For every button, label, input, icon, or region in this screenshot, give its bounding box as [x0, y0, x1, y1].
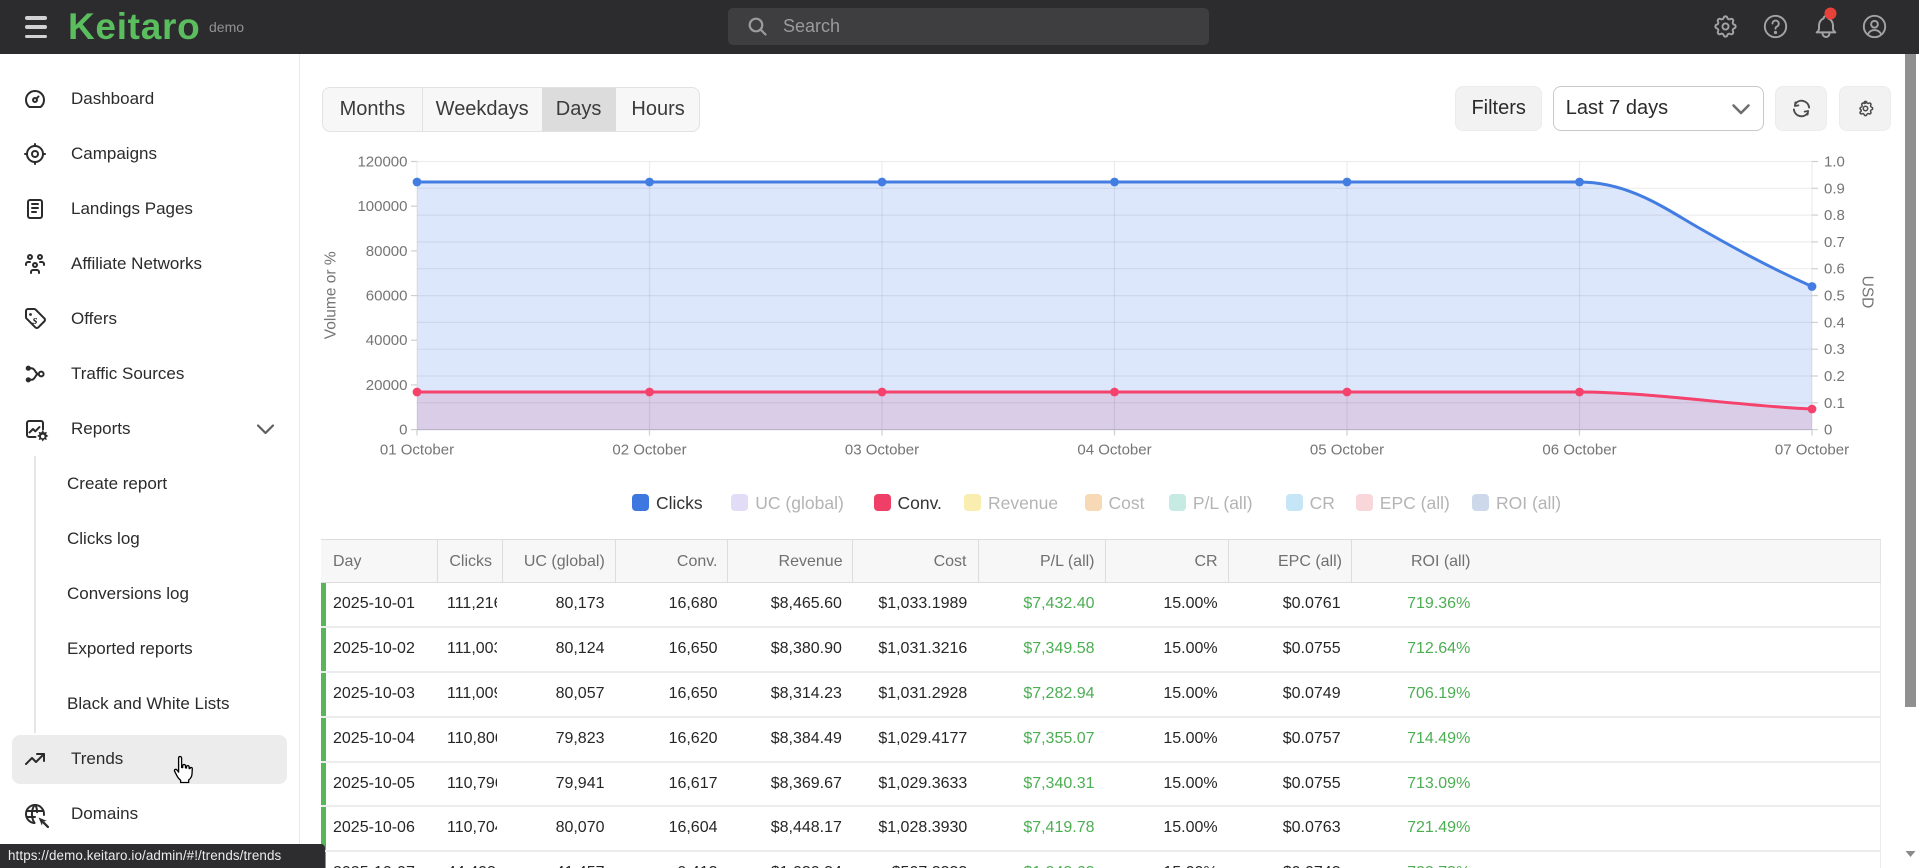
svg-text:02 October: 02 October: [612, 442, 686, 459]
svg-text:1.0: 1.0: [1824, 154, 1845, 171]
svg-text:05 October: 05 October: [1310, 442, 1384, 459]
svg-text:40000: 40000: [366, 332, 408, 349]
svg-text:0.9: 0.9: [1824, 180, 1845, 197]
svg-text:0.5: 0.5: [1824, 288, 1845, 305]
svg-text:0.8: 0.8: [1824, 207, 1845, 224]
svg-text:80000: 80000: [366, 243, 408, 260]
svg-text:s: s: [32, 313, 38, 327]
svg-text:04 October: 04 October: [1077, 442, 1151, 459]
svg-text:120000: 120000: [357, 154, 407, 171]
svg-text:0.1: 0.1: [1824, 395, 1845, 412]
svg-text:0: 0: [399, 422, 407, 439]
svg-text:0.7: 0.7: [1824, 234, 1845, 251]
svg-text:100000: 100000: [357, 198, 407, 215]
svg-text:0: 0: [1824, 422, 1832, 439]
svg-text:06 October: 06 October: [1542, 442, 1616, 459]
svg-text:0.2: 0.2: [1824, 368, 1845, 385]
svg-text:Volume or %: Volume or %: [323, 251, 340, 339]
svg-text:0.6: 0.6: [1824, 261, 1845, 278]
svg-text:20000: 20000: [366, 377, 408, 394]
svg-text:07 October: 07 October: [1775, 442, 1849, 459]
svg-text:0.4: 0.4: [1824, 314, 1845, 331]
svg-text:01 October: 01 October: [380, 442, 454, 459]
svg-text:USD: USD: [1859, 276, 1876, 309]
svg-text:60000: 60000: [366, 288, 408, 305]
svg-text:0.3: 0.3: [1824, 341, 1845, 358]
svg-text:03 October: 03 October: [845, 442, 919, 459]
